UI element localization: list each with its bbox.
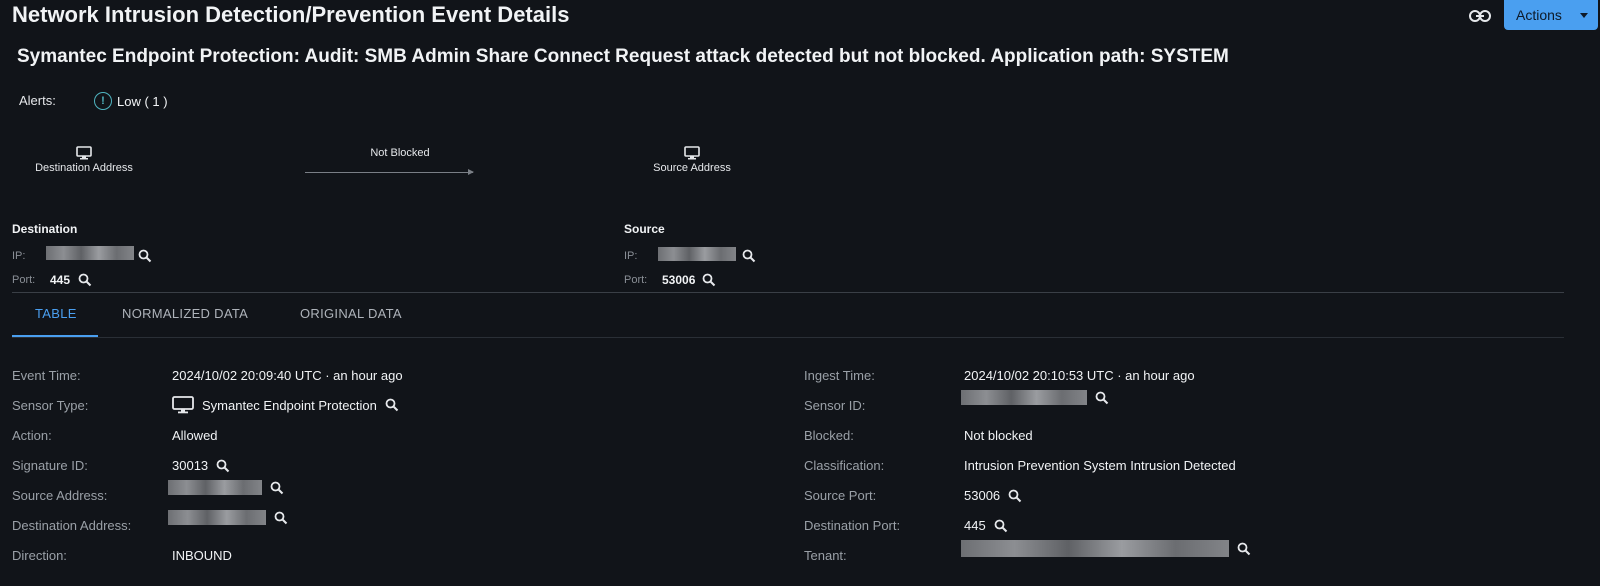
section-divider (12, 292, 1564, 293)
actions-button-label: Actions (1516, 7, 1562, 23)
event-time-text: 2024/10/02 20:09:40 UTC · an hour ago (172, 368, 403, 383)
redacted-value (168, 480, 262, 495)
blocked-text: Not blocked (964, 428, 1033, 443)
flow-node-source-label: Source Address (653, 162, 731, 174)
search-icon[interactable] (138, 249, 152, 263)
signature-id-value: 30013 (172, 458, 230, 473)
search-icon[interactable] (78, 273, 92, 287)
actions-button[interactable]: Actions (1504, 0, 1598, 30)
destination-port-label: Destination Port: (804, 518, 901, 533)
search-icon[interactable] (274, 511, 288, 525)
tab-normalized-data[interactable]: NORMALIZED DATA (122, 306, 248, 321)
search-icon[interactable] (742, 249, 756, 263)
tenant-label: Tenant: (804, 548, 847, 563)
redacted-value (961, 540, 1229, 557)
alert-info-icon: ! (94, 92, 112, 110)
sensor-id-label: Sensor ID: (804, 398, 866, 413)
tabs-divider (12, 337, 1564, 338)
alert-badge-text: Low ( 1 ) (117, 93, 168, 109)
redacted-value (168, 510, 266, 525)
flow-node-source[interactable]: Source Address (622, 146, 762, 174)
classification-text: Intrusion Prevention System Intrusion De… (964, 458, 1236, 473)
event-time-label: Event Time: (12, 368, 81, 383)
destination-port-text: 445 (964, 518, 986, 533)
flow-node-destination-label: Destination Address (35, 162, 133, 174)
source-port-label: Port: (624, 274, 648, 286)
destination-port-value: 445 (50, 273, 71, 287)
source-ip-value (658, 247, 736, 261)
destination-ip-label: IP: (12, 250, 26, 262)
destination-address-value (168, 510, 288, 525)
direction-text: INBOUND (172, 548, 232, 563)
destination-address-label: Destination Address: (12, 518, 132, 533)
classification-value: Intrusion Prevention System Intrusion De… (964, 458, 1236, 473)
monitor-icon (684, 146, 700, 160)
sensor-id-value (961, 390, 1109, 405)
source-port-detail-value: 53006 (964, 488, 1022, 503)
sensor-type-label: Sensor Type: (12, 398, 89, 413)
flow-node-destination[interactable]: Destination Address (14, 146, 154, 174)
source-ip-label: IP: (624, 250, 638, 262)
source-port-value: 53006 (662, 273, 696, 287)
sensor-type-value: Symantec Endpoint Protection (172, 396, 399, 414)
tab-table[interactable]: TABLE (35, 306, 77, 321)
source-address-value (168, 480, 284, 495)
event-time-value: 2024/10/02 20:09:40 UTC · an hour ago (172, 368, 403, 383)
blocked-label: Blocked: (804, 428, 854, 443)
ingest-time-label: Ingest Time: (804, 368, 875, 383)
flow-arrow-line (305, 172, 473, 173)
action-text: Allowed (172, 428, 218, 443)
monitor-icon (172, 396, 194, 414)
chevron-down-icon (1580, 13, 1588, 18)
destination-ip-value (46, 246, 134, 260)
search-icon[interactable] (994, 519, 1008, 533)
signature-id-text: 30013 (172, 458, 209, 473)
destination-port-label: Port: (12, 274, 36, 286)
action-label: Action: (12, 428, 52, 443)
arrow-right-icon (468, 169, 474, 175)
link-icon[interactable] (1468, 6, 1492, 26)
source-title: Source (624, 222, 665, 236)
action-value: Allowed (172, 428, 218, 443)
classification-label: Classification: (804, 458, 885, 473)
direction-value: INBOUND (172, 548, 232, 563)
search-icon[interactable] (385, 398, 399, 412)
flow-status: Not Blocked (370, 147, 430, 159)
ingest-time-text: 2024/10/02 20:10:53 UTC · an hour ago (964, 368, 1195, 383)
alerts-label: Alerts: (19, 93, 56, 108)
source-address-label: Source Address: (12, 488, 108, 503)
signature-id-label: Signature ID: (12, 458, 88, 473)
search-icon[interactable] (216, 459, 230, 473)
ingest-time-value: 2024/10/02 20:10:53 UTC · an hour ago (964, 368, 1195, 383)
redacted-value (961, 390, 1087, 405)
search-icon[interactable] (702, 273, 716, 287)
search-icon[interactable] (270, 481, 284, 495)
tenant-value (961, 540, 1251, 557)
source-port-label: Source Port: (804, 488, 877, 503)
tab-original-data[interactable]: ORIGINAL DATA (300, 306, 402, 321)
search-icon[interactable] (1095, 391, 1109, 405)
monitor-icon (76, 146, 92, 160)
direction-label: Direction: (12, 548, 67, 563)
destination-title: Destination (12, 222, 78, 236)
search-icon[interactable] (1008, 489, 1022, 503)
alert-badge[interactable]: ! Low ( 1 ) (94, 92, 168, 110)
source-port-text: 53006 (964, 488, 1001, 503)
event-heading: Symantec Endpoint Protection: Audit: SMB… (17, 46, 1229, 67)
destination-port-detail-value: 445 (964, 518, 1008, 533)
search-icon[interactable] (1237, 542, 1251, 556)
sensor-type-text: Symantec Endpoint Protection (202, 397, 377, 413)
page-title: Network Intrusion Detection/Prevention E… (12, 2, 570, 27)
blocked-value: Not blocked (964, 428, 1033, 443)
